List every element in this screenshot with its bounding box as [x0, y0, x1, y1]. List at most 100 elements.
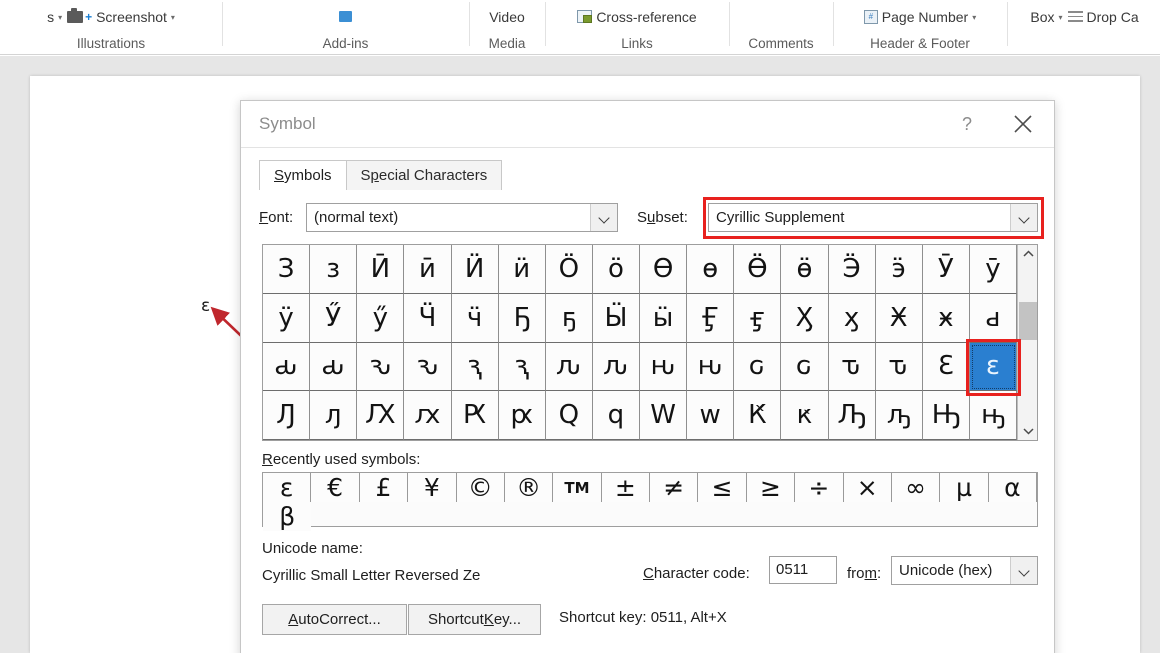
ribbon-dropcap-button[interactable]: Drop Ca [1067, 9, 1139, 25]
autocorrect-button[interactable]: AutoCorrect... [262, 604, 407, 635]
scrollbar-thumb[interactable] [1019, 302, 1037, 340]
symbol-cell[interactable]: Ԑ [922, 342, 970, 392]
tab-symbols[interactable]: Symbols [259, 160, 347, 190]
subset-dropdown-button[interactable] [1010, 204, 1037, 231]
recent-symbol-cell[interactable]: α [988, 473, 1037, 502]
symbol-cell[interactable]: ԃ [310, 342, 358, 392]
symbol-cell[interactable]: Ӯ [922, 245, 970, 294]
symbol-cell[interactable]: Ӵ [404, 293, 452, 343]
recent-symbol-cell[interactable]: ε [263, 473, 312, 502]
symbol-cell[interactable]: ԟ [781, 391, 829, 440]
symbol-cell[interactable]: Ԡ [828, 391, 876, 440]
help-icon[interactable]: ? [954, 111, 980, 137]
recent-symbol-cell[interactable]: ≥ [746, 473, 796, 502]
symbol-cell[interactable]: Ӣ [357, 245, 405, 294]
symbol-cell[interactable]: ө [687, 245, 735, 294]
ribbon-shapes-truncated[interactable]: s ▾ [47, 9, 62, 25]
recent-symbol-cell[interactable]: TM [553, 473, 602, 502]
symbol-cell[interactable]: ԗ [498, 391, 546, 440]
symbol-cell[interactable]: ӯ [969, 245, 1017, 294]
recent-symbol-cell[interactable]: ÷ [795, 473, 844, 502]
recent-symbol-cell[interactable]: ® [504, 473, 554, 502]
character-code-input[interactable]: 0511 [769, 556, 837, 584]
symbol-cell[interactable]: ԛ [592, 391, 640, 440]
symbol-cell-selected[interactable]: ԑ [969, 342, 1017, 392]
ribbon-video-button[interactable]: Video [489, 9, 525, 25]
scroll-up-icon[interactable] [1018, 245, 1038, 263]
symbol-cell[interactable]: Ӻ [687, 293, 735, 343]
symbol-cell[interactable]: ԉ [592, 342, 640, 392]
symbol-cell[interactable]: ԃ [263, 342, 311, 392]
symbol-cell[interactable]: ԍ [781, 342, 829, 392]
symbol-cell[interactable]: Ԣ [922, 391, 970, 440]
symbol-cell[interactable]: ҕ [545, 293, 593, 343]
symbol-cell[interactable]: ԓ [310, 391, 358, 440]
symbol-cell[interactable]: ԅ [404, 342, 452, 392]
symbol-cell[interactable]: ӥ [498, 245, 546, 294]
symbol-cell[interactable]: ӻ [734, 293, 782, 343]
subset-combobox[interactable]: Cyrillic Supplement [708, 203, 1038, 232]
recent-symbol-cell[interactable]: × [843, 473, 892, 502]
symbol-cell[interactable]: Ԛ [545, 391, 593, 440]
recent-symbol-cell[interactable]: ≤ [698, 473, 747, 502]
symbol-cell[interactable]: ԋ [640, 342, 688, 392]
ribbon-page-number-button[interactable]: # Page Number ▾ [863, 9, 976, 25]
ribbon-addins-button[interactable] [339, 11, 352, 22]
symbol-cell[interactable]: Ӭ [828, 245, 876, 294]
symbol-grid[interactable]: ЗзӢӣӤӥӦӧӨөӪӫӬӭӮӯӱӲӳӴӵҔҕӸӹӺӻӼӽӾӿԁԃԃԅԅԇԇԉԉ… [262, 244, 1038, 441]
symbol-cell[interactable]: ԋ [687, 342, 735, 392]
symbol-cell[interactable]: Ԗ [451, 391, 499, 440]
symbol-cell[interactable]: ԕ [404, 391, 452, 440]
symbol-cell[interactable]: Ԝ [640, 391, 688, 440]
symbol-cell[interactable]: Ӧ [545, 245, 593, 294]
symbol-cell[interactable]: ԏ [828, 342, 876, 392]
symbol-cell[interactable]: Ԕ [357, 391, 405, 440]
tab-special-characters[interactable]: Sp ecial Characters [345, 160, 503, 190]
symbol-cell[interactable]: ӵ [451, 293, 499, 343]
symbol-cell[interactable]: Ӽ [781, 293, 829, 343]
symbol-cell[interactable]: ԅ [357, 342, 405, 392]
recent-symbol-cell[interactable]: ¥ [408, 473, 457, 502]
symbol-cell[interactable]: Ӹ [592, 293, 640, 343]
symbol-cell[interactable]: ԍ [734, 342, 782, 392]
ribbon-screenshot-button[interactable]: + Screenshot ▾ [67, 7, 175, 25]
symbol-cell[interactable]: Ԟ [734, 391, 782, 440]
symbol-cell[interactable]: ԣ [969, 391, 1017, 440]
symbol-cell[interactable]: Ҕ [498, 293, 546, 343]
symbol-cell[interactable]: ӧ [592, 245, 640, 294]
symbol-cell[interactable]: ԇ [451, 342, 499, 392]
dialog-title-bar[interactable]: Symbol ? [241, 101, 1054, 148]
symbol-cell[interactable]: Ӥ [451, 245, 499, 294]
symbol-cell[interactable]: ԁ [969, 293, 1017, 343]
symbol-cell[interactable]: Ө [640, 245, 688, 294]
symbol-grid-scrollbar[interactable] [1017, 245, 1037, 440]
symbol-cell[interactable]: ԝ [687, 391, 735, 440]
recent-symbol-cell[interactable]: ∞ [891, 473, 941, 502]
symbol-cell[interactable]: ԉ [545, 342, 593, 392]
symbol-cell[interactable]: Ӳ [310, 293, 358, 343]
recent-symbol-cell[interactable]: µ [940, 473, 989, 502]
shortcut-key-button[interactable]: Shortcut Key... [408, 604, 541, 635]
recent-symbol-cell[interactable]: £ [359, 473, 409, 502]
font-dropdown-button[interactable] [590, 204, 617, 231]
symbol-cell[interactable]: ԇ [498, 342, 546, 392]
recent-symbol-cell[interactable]: β [263, 502, 312, 531]
scroll-down-icon[interactable] [1018, 422, 1038, 440]
symbol-cell[interactable]: ӿ [922, 293, 970, 343]
symbol-cell[interactable]: ӽ [828, 293, 876, 343]
symbol-cell[interactable]: з [310, 245, 358, 294]
recent-symbol-cell[interactable]: ± [601, 473, 650, 502]
ribbon-crossreference-button[interactable]: Cross-reference [577, 9, 697, 25]
symbol-cell[interactable]: Ԓ [263, 391, 311, 440]
from-dropdown-button[interactable] [1010, 557, 1037, 584]
recent-symbol-cell[interactable]: ≠ [650, 473, 699, 502]
ribbon-textbox-button[interactable]: Box ▾ [1030, 9, 1062, 25]
font-combobox[interactable]: (normal text) [306, 203, 618, 232]
symbol-cell[interactable]: Ӿ [875, 293, 923, 343]
symbol-cell[interactable]: З [263, 245, 311, 294]
symbol-cell[interactable]: Ӫ [734, 245, 782, 294]
recent-symbol-cell[interactable]: © [456, 473, 505, 502]
symbol-cell[interactable]: ӱ [263, 293, 311, 343]
symbol-cell[interactable]: ӫ [781, 245, 829, 294]
symbol-cell[interactable]: ӭ [875, 245, 923, 294]
